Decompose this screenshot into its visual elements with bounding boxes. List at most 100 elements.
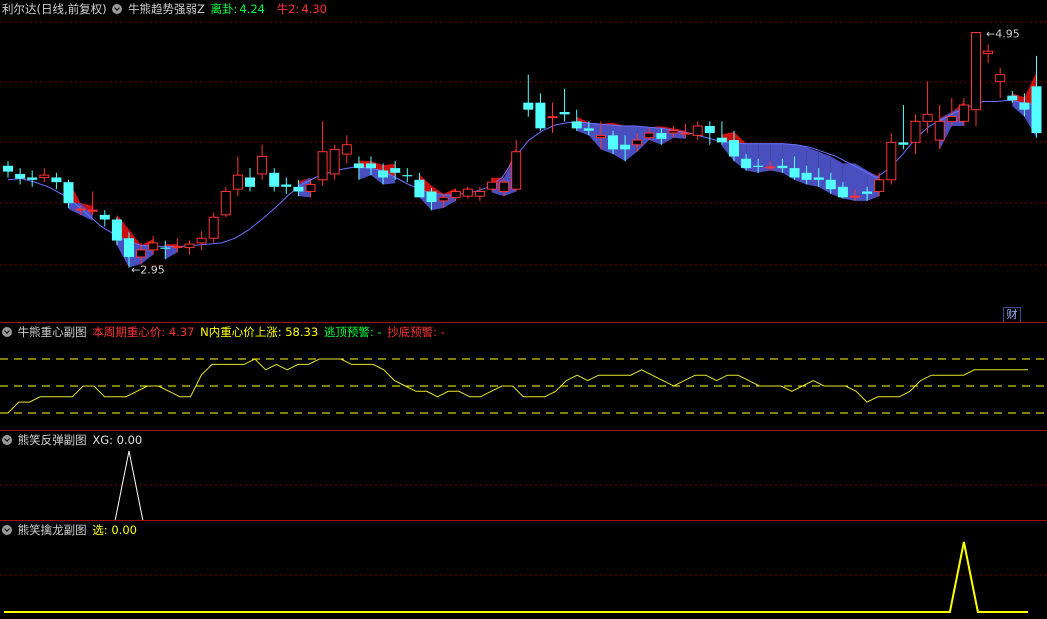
candle-body [523, 102, 534, 110]
candle-body [1031, 86, 1042, 134]
candle-body [353, 163, 364, 169]
candle-body [317, 151, 328, 181]
bear-cloud-segment [746, 143, 759, 173]
candle-body [329, 148, 340, 175]
candle-body [450, 190, 461, 198]
rebound-signal-chart[interactable] [0, 431, 1047, 521]
sub-panel-gravity: 牛熊重心副图 本周期重心价: 4.37 N内重心价上涨: 58.33 逃顶预警:… [0, 323, 1047, 431]
candle-body [99, 214, 110, 220]
candle-body [595, 134, 606, 139]
candle-body [27, 177, 38, 180]
candle-body [983, 50, 994, 55]
candle-body [426, 191, 437, 203]
candle-body [63, 182, 74, 204]
candle-body [220, 190, 231, 216]
candle-body [995, 74, 1006, 83]
candle-body [741, 158, 752, 169]
candle-body [160, 247, 171, 249]
main-chart-panel: 利尔达(日线,前复权) 牛熊趋势强弱Z 离卦: 4.24 牛2: 4.30 ←4.9… [0, 0, 1047, 323]
candle-body [946, 116, 957, 122]
candle-body [257, 155, 268, 175]
candle-body [813, 177, 824, 180]
candle-body [232, 174, 243, 190]
ma-line [7, 99, 1037, 247]
candle-body [172, 245, 183, 249]
bear-cloud-segment [637, 126, 650, 152]
candle-body [837, 186, 848, 198]
candle-body [293, 186, 304, 192]
sub-panel-dragon: 熊笑擒龙副图 选: 0.00 [0, 521, 1047, 619]
candle-body [124, 238, 134, 257]
candle-body [281, 184, 292, 187]
candle-body [136, 249, 147, 258]
low-price-label: ←2.95 [131, 263, 165, 276]
candle-body [366, 163, 376, 169]
high-price-label: ←4.95 [986, 28, 1020, 41]
candle-body [414, 179, 425, 198]
candle-body [850, 195, 860, 198]
dragon-signal-chart[interactable] [0, 521, 1047, 619]
candle-body [111, 219, 122, 241]
gravity-line-chart[interactable] [0, 323, 1047, 431]
candle-body [245, 177, 255, 187]
candle-body [1007, 95, 1018, 101]
candle-body [825, 179, 836, 190]
candle-body [704, 126, 715, 134]
candle-body [765, 166, 776, 169]
candle-body [148, 242, 159, 251]
candle-body [632, 139, 643, 146]
candle-body [571, 121, 582, 129]
candle-body [438, 196, 449, 202]
sub-panel-rebound: 熊笑反弹副图 XG: 0.00 [0, 431, 1047, 521]
candle-body [547, 116, 558, 119]
candle-body [269, 172, 280, 187]
candle-body [862, 191, 873, 194]
candle-body [474, 190, 485, 197]
candle-body [620, 144, 631, 150]
candle-body [729, 140, 739, 157]
candle-body [184, 243, 195, 249]
candle-body [753, 165, 764, 167]
candle-body [716, 137, 727, 143]
candle-body [3, 165, 13, 172]
candle-body [559, 112, 570, 115]
candle-body [680, 132, 691, 135]
bear-cloud-segment [806, 147, 819, 187]
candle-body [390, 168, 401, 173]
candle-body [511, 151, 522, 190]
candle-body [958, 104, 969, 122]
candle-body [777, 165, 788, 169]
candle-body [934, 120, 945, 141]
candle-body [487, 181, 497, 190]
candle-body [1019, 102, 1030, 110]
candle-body [668, 130, 679, 134]
candle-body [898, 142, 909, 145]
candlestick-chart[interactable]: ←4.95 ←2.95 [0, 0, 1047, 323]
candle-body [378, 170, 389, 178]
select-signal-line [4, 541, 1028, 613]
candle-body [874, 179, 885, 192]
candle-body [208, 216, 219, 239]
xg-signal-line [8, 450, 1028, 521]
candle-body [87, 209, 98, 212]
candle-body [341, 144, 352, 155]
candle-body [196, 237, 207, 244]
candle-body [305, 183, 316, 192]
candle-body [971, 32, 981, 111]
candle-body [402, 175, 413, 177]
candle-body [922, 113, 933, 122]
candle-body [499, 181, 510, 192]
candle-body [644, 132, 655, 139]
candle-body [15, 173, 26, 179]
cai-info-button[interactable]: 财 [1003, 307, 1021, 323]
candle-body [886, 141, 897, 181]
candle-body [51, 177, 62, 183]
candle-body [535, 102, 546, 129]
candle-body [692, 125, 703, 136]
candle-body [656, 133, 667, 139]
candle-body [75, 208, 86, 211]
bear-cloud-segment [358, 166, 371, 180]
candle-body [583, 128, 594, 131]
candle-body [801, 172, 812, 180]
candle-body [462, 188, 473, 197]
